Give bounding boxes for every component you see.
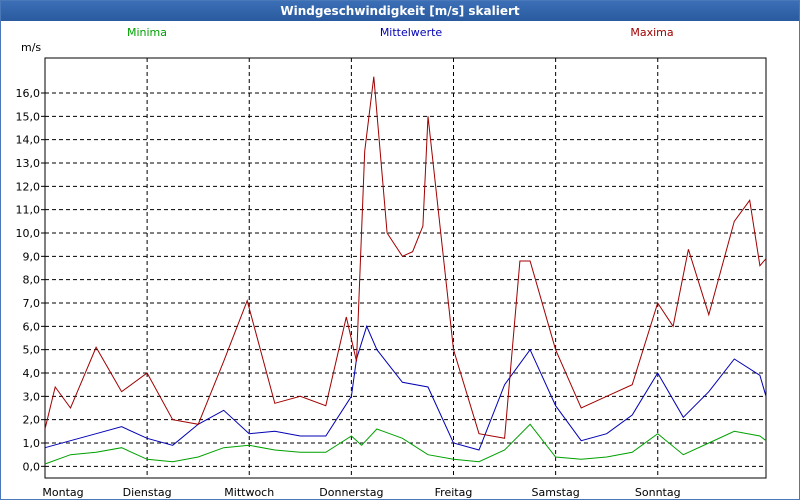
y-tick-label: 8,0: [23, 274, 41, 287]
wind-speed-chart: m/s Minima Mittelwerte Maxima 0,0 1,0 2,0 3…: [16, 26, 767, 499]
y-tick-label: 1,0: [23, 437, 41, 450]
y-tick-labels: 0,0 1,0 2,0 3,0 4,0 5,0 6,0 7,0 8,0 9,0 10,0 11,0 12…: [16, 87, 41, 473]
y-tick-label: 11,0: [16, 204, 41, 217]
x-tick-weekday: Samstag: [532, 486, 580, 499]
y-tick-label: 4,0: [23, 367, 41, 380]
chart-window: Windgeschwindigkeit [m/s] skaliert m/s M…: [0, 0, 800, 500]
y-tick-label: 10,0: [16, 227, 41, 240]
legend-minima: Minima: [127, 26, 167, 39]
y-tick-label: 0,0: [23, 460, 41, 473]
y-tick-label: 6,0: [23, 320, 41, 333]
x-tick-weekday: Donnerstag: [319, 486, 383, 499]
y-tick-label: 13,0: [16, 157, 41, 170]
y-tick-label: 2,0: [23, 414, 41, 427]
y-tick-label: 12,0: [16, 180, 41, 193]
y-tick-label: 5,0: [23, 344, 41, 357]
y-tick-label: 15,0: [16, 110, 41, 123]
x-tick-weekday: Montag: [42, 486, 83, 499]
legend-maxima: Maxima: [630, 26, 673, 39]
x-tick-weekday: Freitag: [435, 486, 473, 499]
x-tick-labels: Montag26.03.18Dienstag27.03.18Mittwoch28…: [42, 486, 681, 499]
y-tick-label: 9,0: [23, 250, 41, 263]
x-tick-weekday: Sonntag: [635, 486, 681, 499]
y-tick-label: 3,0: [23, 390, 41, 403]
x-tick-weekday: Dienstag: [123, 486, 172, 499]
legend-mittelwerte: Mittelwerte: [380, 26, 443, 39]
x-tick-weekday: Mittwoch: [224, 486, 274, 499]
y-tick-label: 7,0: [23, 297, 41, 310]
y-tick-label: 14,0: [16, 134, 41, 147]
window-title: Windgeschwindigkeit [m/s] skaliert: [1, 1, 799, 21]
y-axis-unit: m/s: [21, 41, 41, 54]
y-tick-label: 16,0: [16, 87, 41, 100]
